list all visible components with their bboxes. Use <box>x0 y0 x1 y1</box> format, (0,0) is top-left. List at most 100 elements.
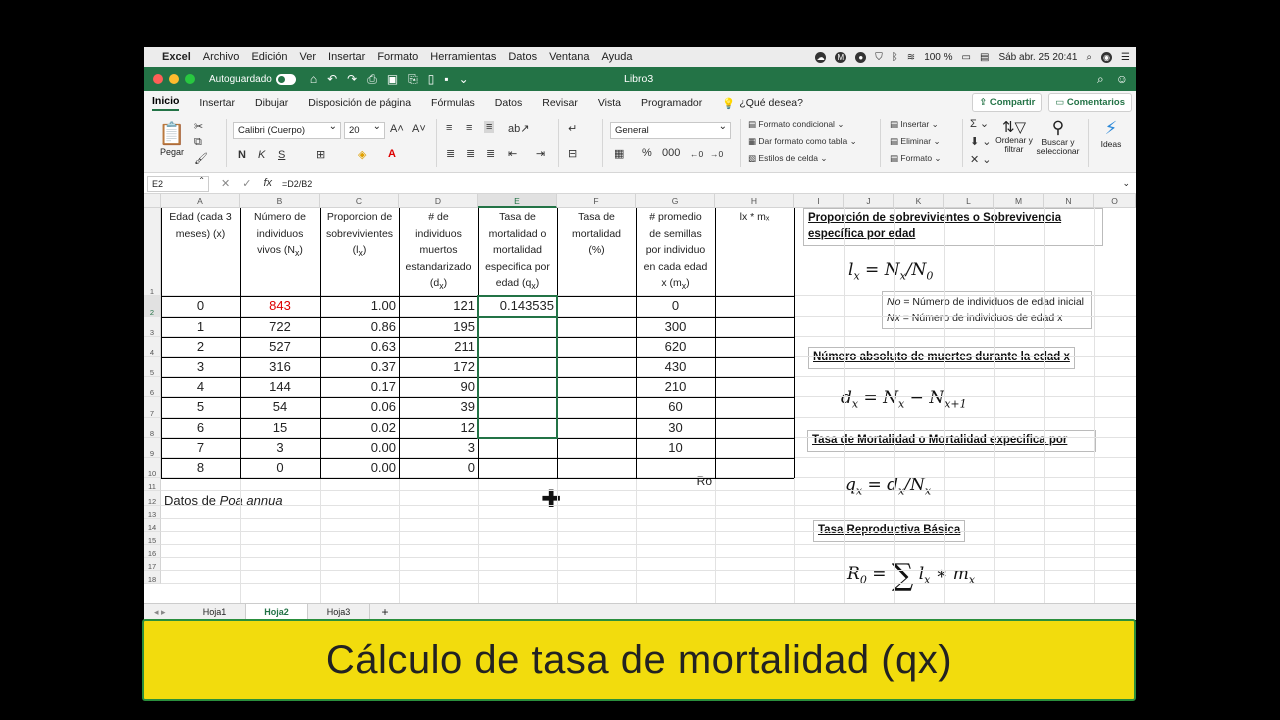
underline-button[interactable]: S <box>278 149 285 161</box>
column-header-g[interactable]: G <box>636 194 715 208</box>
paste-button[interactable]: 📋 Pegar <box>154 121 190 157</box>
clear-icon[interactable]: ✕ ⌄ <box>970 153 992 166</box>
l-cell[interactable]: 0.37 <box>320 357 399 377</box>
sheet-tab-2[interactable]: Hoja2 <box>246 604 308 620</box>
column-header-j[interactable]: J <box>844 194 894 208</box>
column-header-o[interactable]: O <box>1094 194 1136 208</box>
row-header-9[interactable]: 9 <box>144 438 161 458</box>
age-cell[interactable]: 2 <box>161 337 240 357</box>
row-header-3[interactable]: 3 <box>144 317 161 337</box>
l-cell[interactable]: 0.86 <box>320 317 399 337</box>
m-cell[interactable]: 620 <box>636 337 715 357</box>
note-survival[interactable]: Proporción de sobrevivientes o Sobrevive… <box>803 208 1103 246</box>
add-sheet-icon[interactable]: + <box>370 605 400 619</box>
shrink-font-icon[interactable]: A˅ <box>412 123 426 135</box>
number-format-select[interactable]: General <box>610 121 731 139</box>
font-family-select[interactable]: Calibri (Cuerpo) <box>233 121 341 139</box>
l-cell[interactable]: 0.02 <box>320 418 399 438</box>
search-icon[interactable]: ⌕ <box>1097 72 1104 87</box>
m-cell[interactable]: 300 <box>636 317 715 337</box>
align-left-icon[interactable]: ≣ <box>446 147 455 160</box>
tell-me[interactable]: 💡 ¿Qué desea? <box>722 97 803 110</box>
l-cell[interactable]: 1.00 <box>320 296 399 316</box>
n-cell[interactable]: 3 <box>240 438 320 458</box>
ideas-button[interactable]: ⚡ Ideas <box>1096 118 1126 149</box>
n-cell[interactable]: 722 <box>240 317 320 337</box>
fill-icon[interactable]: ⬇ ⌄ <box>970 135 992 148</box>
thousands-button[interactable]: 000 <box>662 147 680 159</box>
wifi-icon[interactable]: ≋ <box>907 52 915 63</box>
print-icon[interactable]: ⎙ <box>367 72 377 87</box>
tab-vista[interactable]: Vista <box>598 97 621 109</box>
insert-cells-button[interactable]: ▤ Insertar ⌄ <box>890 119 939 130</box>
row-header-4[interactable]: 4 <box>144 337 161 357</box>
l-cell[interactable]: 0.00 <box>320 438 399 458</box>
record-icon[interactable]: ● <box>855 51 867 63</box>
n-cell[interactable]: 527 <box>240 337 320 357</box>
age-cell[interactable]: 5 <box>161 397 240 417</box>
save-icon[interactable]: ▪ <box>444 72 448 87</box>
row-header-17[interactable]: 17 <box>144 558 161 571</box>
flag-icon[interactable]: ▤ <box>980 52 989 63</box>
age-cell[interactable]: 3 <box>161 357 240 377</box>
m-cell[interactable]: 430 <box>636 357 715 377</box>
spreadsheet-grid[interactable]: Edad (cada 3 meses) (x) Número de indivi… <box>144 194 1136 604</box>
increase-indent-icon[interactable]: ⇥ <box>536 147 545 160</box>
align-top-icon[interactable]: ≡ <box>446 122 452 134</box>
age-cell[interactable]: 0 <box>161 296 240 316</box>
menu-datos[interactable]: Datos <box>508 51 537 63</box>
column-header-l[interactable]: L <box>944 194 994 208</box>
comments-button[interactable]: ▭ Comentarios <box>1048 93 1132 112</box>
format-painter-icon[interactable]: 🖌 <box>194 152 208 165</box>
m-cell[interactable]: 30 <box>636 418 715 438</box>
currency-icon[interactable]: ▦ <box>614 147 624 160</box>
tab-dibujar[interactable]: Dibujar <box>255 97 288 109</box>
menu-archivo[interactable]: Archivo <box>203 51 240 63</box>
autosum-icon[interactable]: Σ ⌄ <box>970 117 989 130</box>
formula-input[interactable]: =D2/B2 <box>282 179 312 189</box>
column-header-n[interactable]: N <box>1044 194 1094 208</box>
tab-revisar[interactable]: Revisar <box>542 97 578 109</box>
d-cell[interactable]: 195 <box>399 317 478 337</box>
print-preview-icon[interactable]: ⎘ <box>408 72 418 87</box>
row-header-1[interactable]: 1 <box>144 208 161 296</box>
wrap-text-icon[interactable]: ↵ <box>568 122 577 135</box>
d-cell[interactable]: 3 <box>399 438 478 458</box>
tab-programador[interactable]: Programador <box>641 97 702 109</box>
column-header-d[interactable]: D <box>399 194 478 208</box>
merge-center-icon[interactable]: ⊟ <box>568 147 577 160</box>
column-header-f[interactable]: F <box>557 194 636 208</box>
column-header-e[interactable]: E <box>478 194 557 208</box>
menu-ver[interactable]: Ver <box>300 51 317 63</box>
name-box[interactable]: E2 <box>147 175 209 192</box>
m-cell[interactable]: 10 <box>636 438 715 458</box>
tab-disposicion[interactable]: Disposición de página <box>308 97 411 109</box>
menu-ventana[interactable]: Ventana <box>549 51 589 63</box>
prev-sheet-icon[interactable]: ◂ ▸ <box>144 607 184 618</box>
tab-datos[interactable]: Datos <box>495 97 522 109</box>
caption-cell[interactable]: Datos de Poa annua <box>164 491 283 511</box>
align-bottom-icon[interactable]: ≡ <box>484 121 495 133</box>
n-cell[interactable]: 843 <box>240 296 320 316</box>
d-cell[interactable]: 211 <box>399 337 478 357</box>
selected-cell-e2[interactable] <box>477 295 558 318</box>
column-header-a[interactable]: A <box>161 194 240 208</box>
sheet-tab-3[interactable]: Hoja3 <box>308 604 370 620</box>
new-doc-icon[interactable]: ▯ <box>428 72 435 87</box>
row-header-12[interactable]: 12 <box>144 491 161 506</box>
align-middle-icon[interactable]: ≡ <box>466 122 472 134</box>
d-cell[interactable]: 121 <box>399 296 478 316</box>
menu-formato[interactable]: Formato <box>377 51 418 63</box>
datetime[interactable]: Sáb abr. 25 20:41 <box>998 52 1077 63</box>
menu-edicion[interactable]: Edición <box>251 51 287 63</box>
column-header-i[interactable]: I <box>794 194 844 208</box>
m-cell[interactable]: 60 <box>636 397 715 417</box>
legend-box[interactable]: No = Número de individuos de edad inicia… <box>882 291 1092 329</box>
m-cell[interactable]: 210 <box>636 377 715 397</box>
open-icon[interactable]: ▣ <box>387 72 398 87</box>
note-mortality[interactable]: Tasa de Mortalidad o Mortalidad expecifi… <box>807 430 1096 452</box>
ro-label[interactable]: Ro <box>636 471 715 491</box>
fill-color-icon[interactable]: ◈ <box>358 148 366 161</box>
menu-herramientas[interactable]: Herramientas <box>430 51 496 63</box>
menu-ayuda[interactable]: Ayuda <box>601 51 632 63</box>
